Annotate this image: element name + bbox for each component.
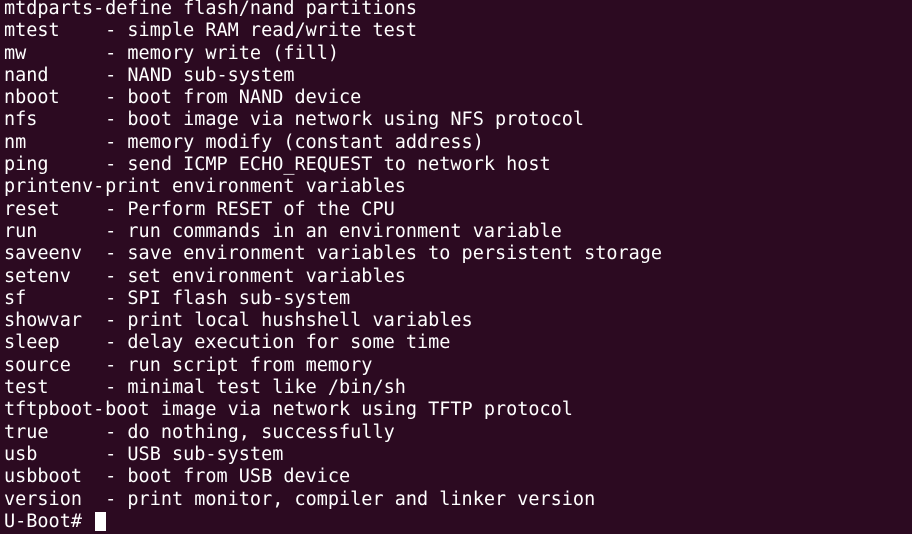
command-name: showvar (4, 310, 94, 332)
command-description: - USB sub-system (94, 443, 284, 465)
command-name: source (4, 354, 94, 376)
command-description: - boot from NAND device (94, 87, 362, 109)
help-line: mtest - simple RAM read/write test (4, 20, 912, 42)
command-name: nfs (4, 109, 94, 131)
command-description: - delay execution for some time (94, 332, 451, 354)
command-description: - memory modify (constant address) (94, 131, 484, 153)
command-description: - boot image via network using NFS proto… (94, 109, 585, 131)
command-description: - memory write (fill) (94, 42, 340, 64)
terminal-window[interactable]: mtdparts- define flash/nand partitions m… (0, 0, 912, 534)
command-name: nand (4, 64, 94, 86)
help-line: version - print monitor, compiler and li… (4, 489, 912, 511)
command-description: - NAND sub-system (94, 64, 295, 86)
command-name: usb (4, 443, 94, 465)
command-description: print environment variables (94, 176, 406, 198)
help-line: printenv- print environment variables (4, 176, 912, 198)
command-name: true (4, 421, 94, 443)
command-description: - print monitor, compiler and linker ver… (94, 488, 596, 510)
help-line: nfs - boot image via network using NFS p… (4, 109, 912, 131)
command-description: - minimal test like /bin/sh (94, 377, 406, 399)
help-line: showvar - print local hushshell variable… (4, 310, 912, 332)
help-line: sleep - delay execution for some time (4, 332, 912, 354)
help-line: nm - memory modify (constant address) (4, 132, 912, 154)
command-prompt-line[interactable]: U-Boot# (4, 511, 912, 533)
command-description: boot image via network using TFTP protoc… (94, 399, 573, 421)
command-name: saveenv (4, 243, 94, 265)
command-description: - run commands in an environment variabl… (94, 220, 562, 242)
command-name: test (4, 377, 94, 399)
help-line: mw - memory write (fill) (4, 43, 912, 65)
help-line: tftpboot- boot image via network using T… (4, 399, 912, 421)
help-line: source - run script from memory (4, 355, 912, 377)
help-line: test - minimal test like /bin/sh (4, 377, 912, 399)
shell-prompt: U-Boot# (4, 510, 94, 532)
command-name: reset (4, 198, 94, 220)
command-description: - run script from memory (94, 354, 373, 376)
command-name: sleep (4, 332, 94, 354)
help-line: sf - SPI flash sub-system (4, 288, 912, 310)
command-name: printenv- (4, 176, 105, 198)
command-name: mtest (4, 20, 94, 42)
command-description: - send ICMP ECHO_REQUEST to network host (94, 154, 551, 176)
command-description: - print local hushshell variables (94, 310, 473, 332)
command-description: - boot from USB device (94, 466, 351, 488)
command-description: - simple RAM read/write test (94, 20, 418, 42)
command-description: - SPI flash sub-system (94, 287, 351, 309)
command-name: mw (4, 42, 94, 64)
command-name: mtdparts- (4, 0, 105, 19)
command-name: nboot (4, 87, 94, 109)
help-line: usbboot - boot from USB device (4, 466, 912, 488)
command-name: ping (4, 154, 94, 176)
command-name: version (4, 488, 94, 510)
help-line: mtdparts- define flash/nand partitions (4, 0, 912, 20)
help-line: setenv - set environment variables (4, 266, 912, 288)
help-line: nand - NAND sub-system (4, 65, 912, 87)
command-name: usbboot (4, 466, 94, 488)
command-description: - save environment variables to persiste… (94, 243, 663, 265)
command-description: - Perform RESET of the CPU (94, 198, 395, 220)
command-name: run (4, 220, 94, 242)
command-description: - set environment variables (94, 265, 406, 287)
help-line: nboot - boot from NAND device (4, 87, 912, 109)
command-name: sf (4, 287, 94, 309)
help-line: reset - Perform RESET of the CPU (4, 199, 912, 221)
help-line: true - do nothing, successfully (4, 422, 912, 444)
command-description: define flash/nand partitions (94, 0, 418, 19)
terminal-output: mtdparts- define flash/nand partitions m… (4, 0, 912, 533)
text-cursor (95, 512, 107, 532)
command-description: - do nothing, successfully (94, 421, 395, 443)
help-line: usb - USB sub-system (4, 444, 912, 466)
command-name: tftpboot- (4, 399, 105, 421)
help-line: ping - send ICMP ECHO_REQUEST to network… (4, 154, 912, 176)
help-line: saveenv - save environment variables to … (4, 243, 912, 265)
help-line: run - run commands in an environment var… (4, 221, 912, 243)
command-name: setenv (4, 265, 94, 287)
command-name: nm (4, 131, 94, 153)
